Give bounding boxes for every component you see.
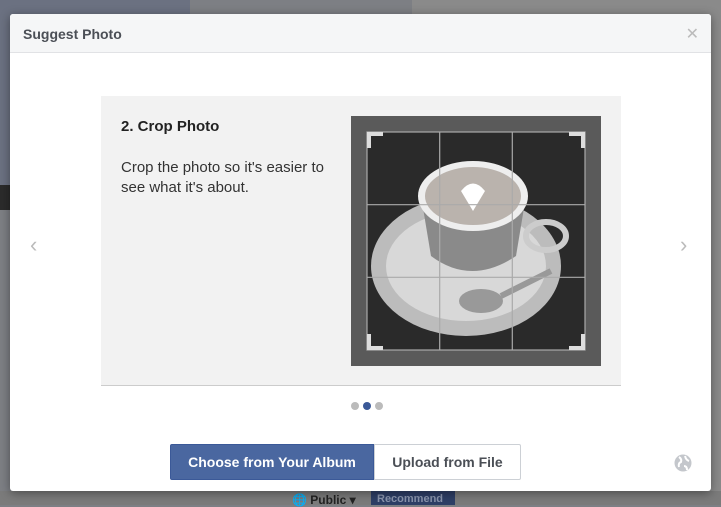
chevron-left-icon[interactable]: ‹: [30, 232, 37, 258]
step-title: 2. Crop Photo: [121, 118, 220, 135]
pager-dot-active[interactable]: [363, 402, 371, 410]
globe-icon: [674, 454, 692, 472]
recommend-button[interactable]: Recommend: [371, 491, 455, 505]
pager-dot[interactable]: [351, 402, 359, 410]
pager-dot[interactable]: [375, 402, 383, 410]
pager-dots: [351, 402, 383, 410]
dialog-header: Suggest Photo ✕: [10, 14, 711, 53]
close-icon[interactable]: ✕: [686, 24, 699, 44]
step-description: Crop the photo so it's easier to see wha…: [121, 159, 324, 196]
upload-from-file-button[interactable]: Upload from File: [374, 444, 521, 480]
crop-illustration: [351, 116, 601, 366]
suggest-photo-dialog: Suggest Photo ✕ ‹ › 2. Crop Photo Crop t…: [10, 14, 711, 491]
tutorial-panel: 2. Crop Photo Crop the photo so it's eas…: [101, 96, 621, 386]
chevron-right-icon[interactable]: ›: [680, 232, 687, 258]
choose-from-album-button[interactable]: Choose from Your Album: [170, 444, 374, 480]
background-footer: [0, 491, 721, 505]
dialog-title: Suggest Photo: [23, 26, 122, 42]
